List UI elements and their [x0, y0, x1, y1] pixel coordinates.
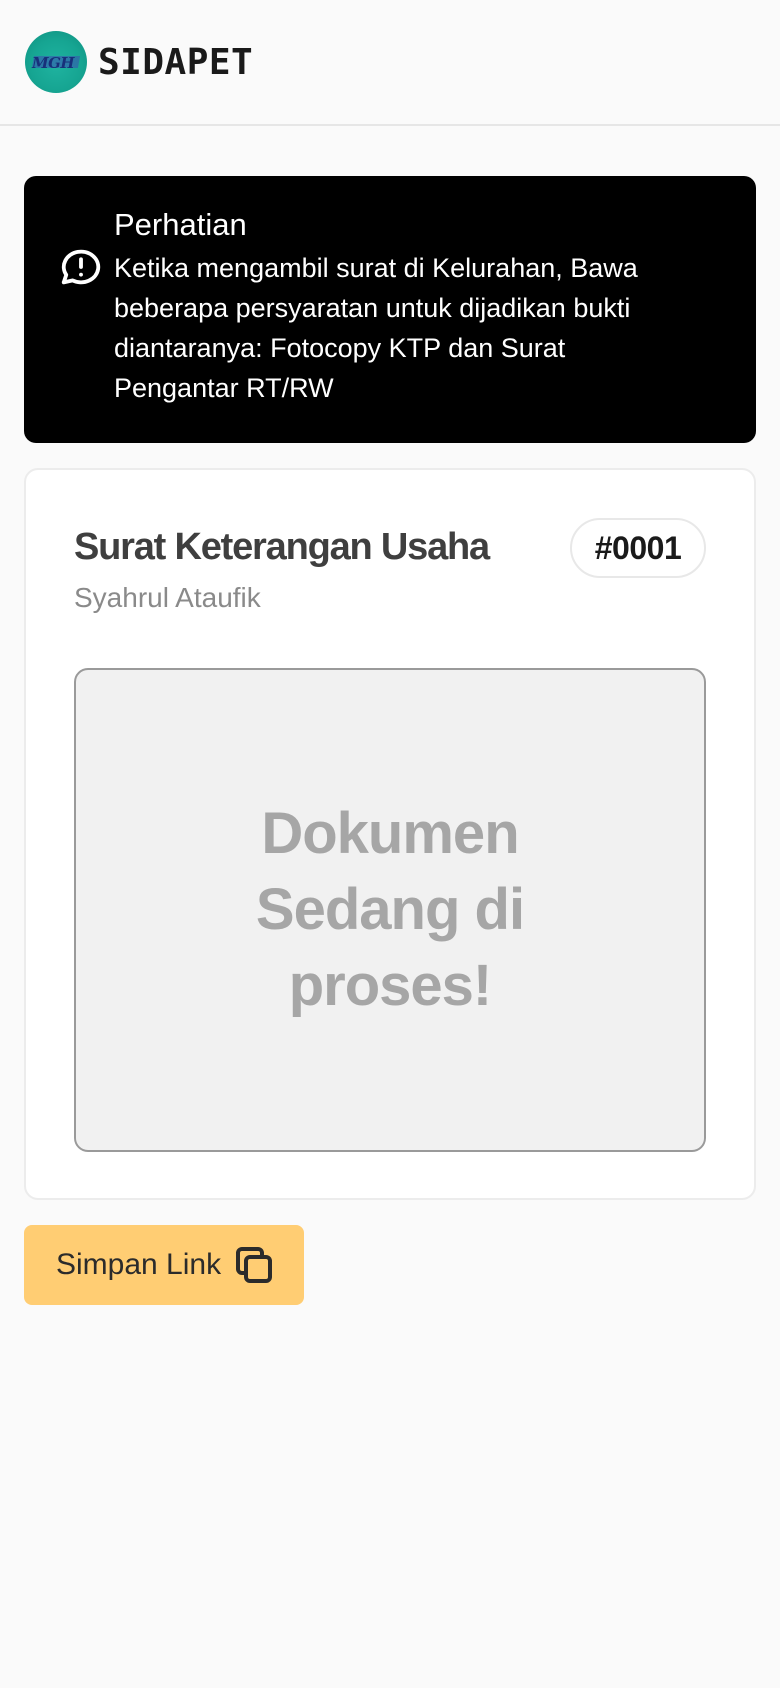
save-link-label: Simpan Link — [56, 1248, 222, 1281]
letter-card: Surat Keterangan Usaha Syahrul Ataufik #… — [24, 468, 756, 1200]
letter-number-badge: #0001 — [570, 518, 706, 578]
brand-logo[interactable]: MGH — [25, 31, 87, 93]
attention-alert: Perhatian Ketika mengambil surat di Kelu… — [24, 176, 756, 443]
alert-content: Perhatian Ketika mengambil surat di Kelu… — [114, 207, 684, 443]
save-link-button[interactable]: Simpan Link — [24, 1225, 304, 1305]
applicant-name: Syahrul Ataufik — [74, 582, 261, 613]
document-preview: Dokumen Sedang di proses! — [74, 668, 706, 1152]
navbar: MGH SIDAPET — [0, 0, 780, 126]
letter-title: Surat Keterangan Usaha — [74, 526, 490, 568]
alert-message: Ketika mengambil surat di Kelurahan, Baw… — [114, 253, 638, 403]
document-status-text: Dokumen Sedang di proses! — [255, 801, 525, 1018]
copy-icon — [236, 1247, 273, 1283]
logo-text: MGH — [32, 54, 75, 72]
brand-name[interactable]: SIDAPET — [98, 42, 253, 83]
message-alert-icon — [61, 249, 101, 285]
alert-title: Perhatian — [114, 207, 247, 242]
